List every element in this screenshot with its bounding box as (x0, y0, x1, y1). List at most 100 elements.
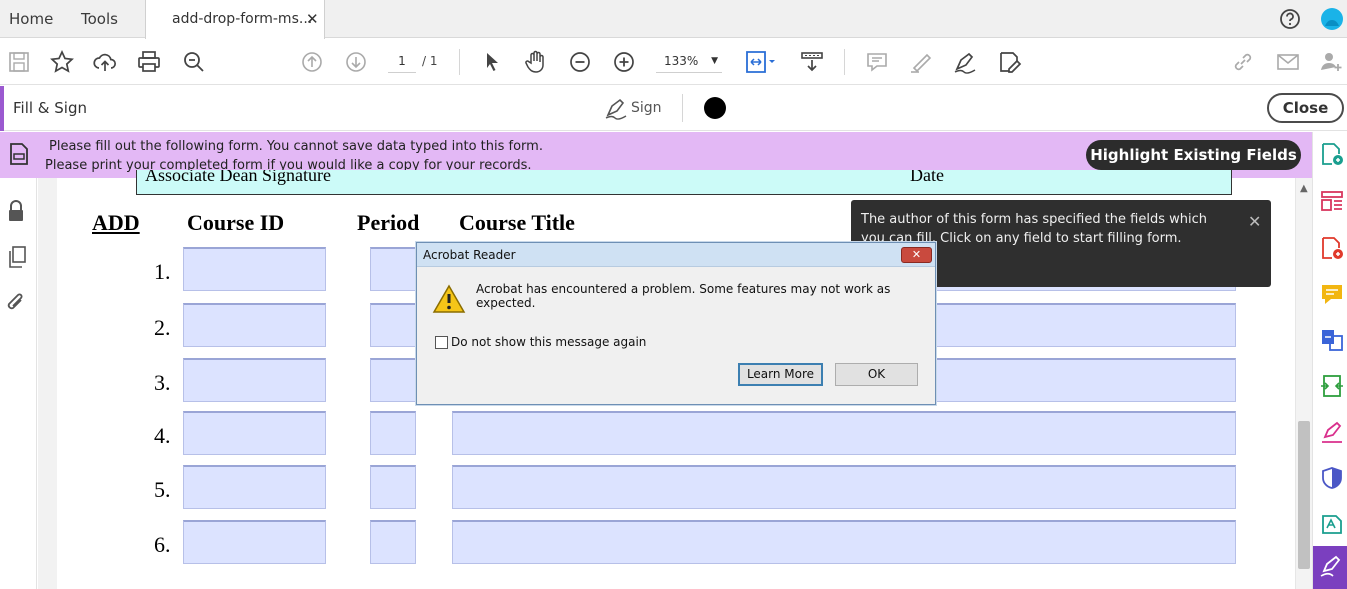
signature-row: Associate Dean Signature Date (136, 170, 1232, 195)
sign-pen-icon (603, 95, 629, 121)
zoom-in-icon[interactable] (611, 49, 637, 75)
page-up-icon[interactable] (299, 49, 325, 75)
cloud-upload-icon[interactable] (92, 49, 118, 75)
toolbar-divider (459, 49, 460, 75)
period-field[interactable] (370, 520, 416, 564)
left-navigation-rail (0, 178, 37, 589)
dialog-close-button[interactable]: ✕ (901, 247, 932, 263)
period-field[interactable] (370, 411, 416, 455)
fit-page-icon[interactable] (744, 49, 778, 75)
ink-color-swatch[interactable] (704, 97, 726, 119)
find-zoom-icon[interactable] (181, 49, 207, 75)
print-icon[interactable] (136, 49, 162, 75)
attachment-icon[interactable] (5, 291, 27, 315)
account-avatar[interactable] (1320, 7, 1344, 31)
dont-show-again-label[interactable]: Do not show this message again (451, 335, 646, 349)
sign-button[interactable]: Sign (603, 95, 673, 121)
bookmark-star-icon[interactable] (49, 49, 75, 75)
fill-sign-active-icon (1319, 554, 1343, 578)
pages-thumbnail-icon[interactable] (6, 245, 28, 269)
row-number: 2. (154, 315, 171, 340)
dialog-message: Acrobat has encountered a problem. Some … (476, 282, 891, 310)
zoom-level-select[interactable]: 133% ▼ (656, 49, 722, 73)
highlight-fields-button[interactable]: Highlight Existing Fields (1086, 140, 1301, 170)
vertical-scrollbar[interactable]: ▲ (1295, 178, 1312, 589)
save-icon[interactable] (6, 49, 32, 75)
dialog-title-bar[interactable]: Acrobat Reader (417, 243, 935, 267)
tab-tools[interactable]: Tools (81, 0, 118, 38)
hand-tool-icon[interactable] (523, 49, 549, 75)
row-number: 5. (154, 477, 171, 502)
period-field[interactable] (370, 358, 416, 402)
course-id-field[interactable] (183, 465, 326, 509)
zoom-level-value: 133% (664, 54, 699, 68)
tab-bar: Home Tools add-drop-form-ms... ✕ (0, 0, 1347, 39)
combine-files-icon[interactable] (1320, 328, 1344, 352)
add-user-icon[interactable] (1318, 49, 1344, 75)
error-dialog: Acrobat Reader ✕ Acrobat has encountered… (416, 242, 936, 405)
dont-show-again-checkbox[interactable] (435, 336, 448, 349)
signature-left-label: Associate Dean Signature (145, 170, 331, 185)
edit-pdf-icon[interactable] (1320, 512, 1344, 536)
tab-close-icon[interactable]: ✕ (306, 0, 319, 38)
create-pdf-icon[interactable] (1320, 236, 1344, 260)
edit-form-icon[interactable] (996, 49, 1022, 75)
fill-sign-bar: Fill & Sign Sign (0, 86, 1347, 131)
row-number: 3. (154, 370, 171, 395)
export-pdf-icon[interactable] (1320, 142, 1344, 166)
course-id-field[interactable] (183, 358, 326, 402)
tab-document-label: add-drop-form-ms... (172, 11, 313, 27)
course-id-field[interactable] (183, 520, 326, 564)
course-id-field[interactable] (183, 303, 326, 347)
page-number-input[interactable]: 1 (388, 49, 416, 73)
right-tools-rail (1312, 132, 1347, 589)
fill-sign-accent (0, 86, 4, 131)
banner-line-1: Please fill out the following form. You … (49, 139, 543, 154)
course-title-field[interactable] (452, 465, 1236, 509)
tab-document[interactable]: add-drop-form-ms... ✕ (145, 0, 325, 39)
fill-sign-title: Fill & Sign (13, 99, 87, 117)
compress-pdf-icon[interactable] (1320, 374, 1344, 398)
lock-icon[interactable] (6, 199, 26, 223)
scrollbar-thumb[interactable] (1298, 421, 1310, 569)
course-id-field[interactable] (183, 247, 326, 291)
close-button[interactable]: Close (1267, 93, 1344, 123)
email-icon[interactable] (1275, 49, 1301, 75)
dialog-title: Acrobat Reader (423, 248, 516, 262)
help-icon[interactable] (1279, 8, 1301, 30)
header-add: ADD (92, 210, 140, 235)
organize-pages-icon[interactable] (1320, 189, 1344, 213)
select-cursor-icon[interactable] (479, 49, 505, 75)
chevron-down-icon: ▼ (711, 56, 718, 66)
highlight-pen-icon[interactable] (908, 49, 934, 75)
row-number: 4. (154, 423, 171, 448)
sign-pen-icon[interactable] (952, 49, 978, 75)
active-fill-sign-tool[interactable] (1313, 546, 1347, 589)
scroll-up-icon[interactable]: ▲ (1300, 183, 1308, 194)
course-title-field[interactable] (452, 520, 1236, 564)
comment-tool-icon[interactable] (1320, 282, 1344, 306)
page-down-icon[interactable] (343, 49, 369, 75)
period-field[interactable] (370, 303, 416, 347)
period-field[interactable] (370, 247, 416, 291)
form-document-icon (9, 142, 29, 166)
fill-sign-divider (682, 94, 683, 122)
page-total: / 1 (422, 54, 438, 68)
fill-sign-tool-icon[interactable] (1320, 420, 1344, 444)
zoom-out-icon[interactable] (567, 49, 593, 75)
course-id-field[interactable] (183, 411, 326, 455)
row-number: 1. (154, 259, 171, 284)
period-field[interactable] (370, 465, 416, 509)
header-period: Period (357, 210, 420, 235)
share-link-icon[interactable] (1230, 49, 1256, 75)
scroll-mode-icon[interactable] (799, 49, 825, 75)
tooltip-close-icon[interactable]: ✕ (1248, 212, 1261, 231)
tab-home[interactable]: Home (9, 0, 53, 38)
learn-more-button[interactable]: Learn More (738, 363, 823, 386)
course-title-field[interactable] (452, 411, 1236, 455)
comment-icon[interactable] (864, 49, 890, 75)
protect-shield-icon[interactable] (1320, 466, 1344, 490)
row-number: 6. (154, 532, 171, 557)
signature-date-label: Date (910, 170, 944, 185)
ok-button[interactable]: OK (835, 363, 918, 386)
